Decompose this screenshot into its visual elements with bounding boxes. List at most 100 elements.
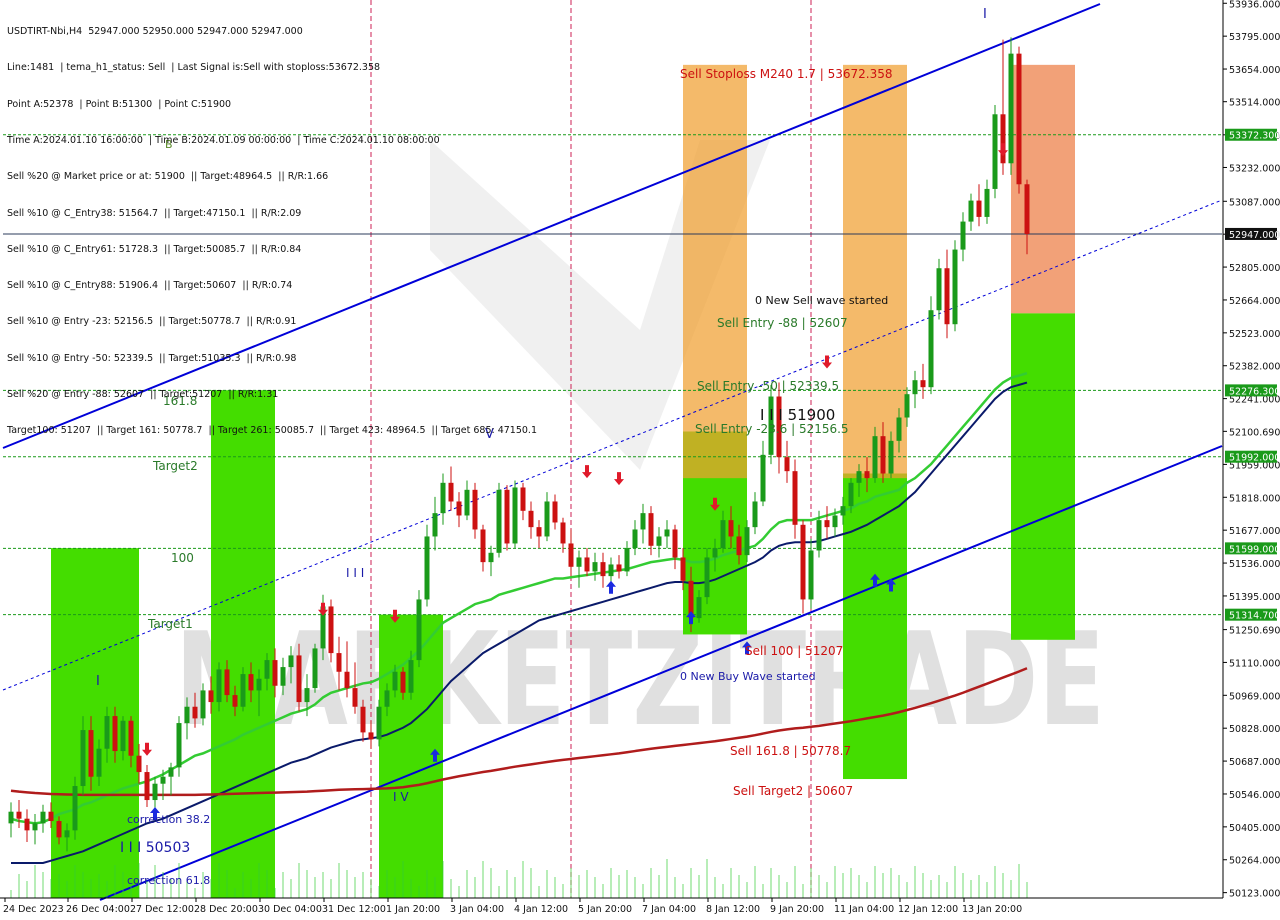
info-line-c-entry38: Sell %10 @ C_Entry38: 51564.7 || Target:… [7, 207, 302, 219]
annotation-8: Sell 161.8 | 50778.7 [730, 744, 851, 758]
candle-body [1008, 53, 1014, 164]
candle-body [760, 454, 766, 502]
time-tick-label: 11 Jan 04:00 [834, 904, 894, 915]
annotation-9: Sell Target2 | 50607 [733, 784, 853, 798]
candle-body [216, 669, 222, 703]
candle-body [48, 811, 54, 822]
info-line-entry-88: Sell %20 @ Entry -88: 52607 || Target:51… [7, 389, 279, 400]
candle-body [960, 221, 966, 250]
info-line-symbol: USDTIRT-Nbi,H4 52947.000 52950.000 52947… [7, 26, 303, 38]
candle [1008, 37, 1014, 175]
level-price-tag: 53372.300 [1229, 131, 1280, 142]
price-tick-label: 53795.000 [1229, 32, 1280, 43]
candle [992, 104, 998, 199]
price-tick-label: 50405.000 [1229, 823, 1280, 834]
candle-body [616, 564, 622, 572]
time-tick-label: 26 Dec 04:00 [66, 904, 130, 915]
candle-body [600, 562, 606, 577]
info-line-c-entry88: Sell %10 @ C_Entry88: 51906.4 || Target:… [7, 280, 293, 292]
level-price-tag: 51314.700 [1229, 611, 1280, 622]
candle [416, 590, 422, 668]
candle-body [496, 489, 502, 553]
candle [424, 524, 430, 607]
candle-body [896, 417, 902, 441]
candle-body [104, 716, 110, 749]
candle-body [808, 550, 814, 600]
candle-body [856, 471, 862, 483]
candle-body [832, 515, 838, 528]
price-tick-label: 52382.000 [1229, 362, 1280, 373]
candle-body [944, 268, 950, 325]
candle-body [296, 655, 302, 703]
candle [928, 296, 934, 395]
candle-body [800, 524, 806, 600]
candle-body [1016, 53, 1022, 185]
candle-body [56, 821, 62, 838]
candle [800, 520, 806, 614]
time-tick-label: 9 Jan 20:00 [770, 904, 824, 915]
time-tick-label: 24 Dec 2023 [3, 904, 64, 915]
price-tick-label: 53232.000 [1229, 163, 1280, 174]
candle-body [416, 599, 422, 661]
candle-body [536, 527, 542, 537]
candle-body [952, 249, 958, 325]
time-tick-label: 4 Jan 12:00 [514, 904, 568, 915]
info-line-c-entry61: Sell %10 @ C_Entry61: 51728.3 || Target:… [7, 243, 302, 255]
candle-body [680, 557, 686, 581]
candle-body [128, 720, 134, 756]
candle-body [264, 660, 270, 679]
candle-body [744, 527, 750, 556]
candle-body [232, 695, 238, 707]
candle-body [584, 557, 590, 572]
candle-body [672, 529, 678, 558]
candle-body [624, 548, 630, 572]
candle-body [816, 520, 822, 551]
candle-body [408, 660, 414, 693]
candle-body [840, 506, 846, 516]
level-price-tag: 51599.000 [1229, 544, 1280, 555]
candle-body [136, 755, 142, 773]
candle-body [456, 501, 462, 516]
time-tick-label: 7 Jan 04:00 [642, 904, 696, 915]
candle-body [152, 783, 158, 801]
candle-body [88, 730, 94, 777]
candle-body [528, 510, 534, 528]
candle-body [920, 380, 926, 388]
candle-body [848, 482, 854, 507]
price-tick-label: 50546.000 [1229, 790, 1280, 801]
sell-zone-green-3 [1011, 313, 1075, 640]
candle-body [256, 678, 262, 691]
candle-body [608, 564, 614, 577]
candle-body [440, 482, 446, 514]
candle-body [864, 471, 870, 479]
candle-body [72, 786, 78, 831]
price-tick-label: 52805.000 [1229, 263, 1280, 274]
time-tick-label: 8 Jan 12:00 [706, 904, 760, 915]
candle-body [968, 200, 974, 222]
info-line-entry-50: Sell %10 @ Entry -50: 52339.5 || Target:… [7, 352, 297, 364]
candle-body [112, 716, 118, 752]
time-tick-label: 28 Dec 20:00 [194, 904, 258, 915]
candle-body [976, 200, 982, 217]
price-tick-label: 53514.000 [1229, 98, 1280, 109]
candle-body [696, 597, 702, 619]
candle-body [40, 811, 46, 824]
buy-zone-2 [211, 390, 275, 898]
candle-body [880, 436, 886, 474]
candle [312, 643, 318, 693]
price-tick-label: 53936.000 [1229, 0, 1280, 10]
candle-body [312, 648, 318, 689]
candle-body [568, 543, 574, 567]
sell-zone-orange-1 [683, 64, 747, 479]
candle-body [304, 688, 310, 703]
candle-body [656, 536, 662, 546]
candle-body [336, 653, 342, 672]
candle-body [424, 536, 430, 600]
annotation-5: I I I 51900 [760, 406, 835, 424]
candle-body [384, 690, 390, 707]
candle [504, 485, 510, 551]
candle-body [888, 440, 894, 474]
candle-body [80, 730, 86, 787]
candle-body [480, 529, 486, 563]
time-tick-label: 31 Dec 12:00 [322, 904, 386, 915]
